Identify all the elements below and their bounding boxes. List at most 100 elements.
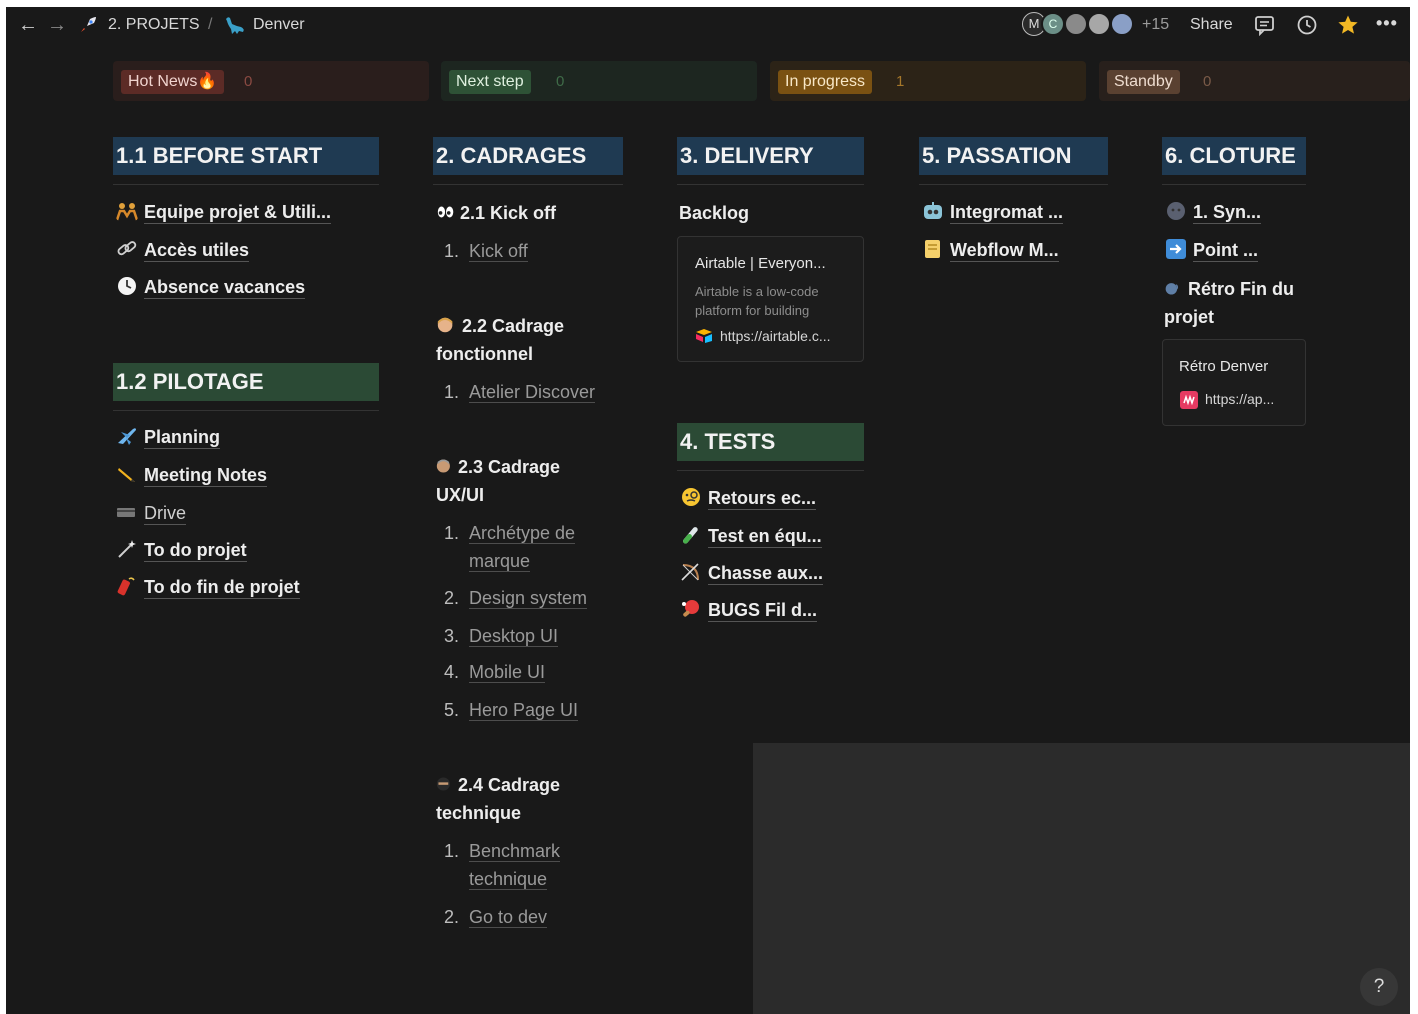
link-kick-off[interactable]: Kick off — [469, 237, 528, 265]
link-planning[interactable]: Planning — [116, 424, 220, 450]
pencil-icon — [118, 468, 135, 482]
list-number: 1. — [444, 382, 460, 402]
card-icon — [117, 508, 135, 517]
link-desktop-ui[interactable]: Desktop UI — [469, 622, 559, 650]
link-benchmark-technique[interactable]: Benchmark technique — [469, 837, 561, 893]
bookmark-card-retro[interactable]: Rétro Denver https://ap... — [1162, 339, 1306, 426]
status-tag: Hot News🔥 — [121, 70, 225, 94]
arrow-left-icon[interactable]: ← — [18, 14, 38, 37]
link-chasse-aux[interactable]: Chasse aux... — [680, 560, 824, 586]
avatar[interactable] — [1110, 12, 1134, 36]
link-label: Archétype de — [469, 523, 576, 544]
card-title: Airtable | Everyon... — [695, 255, 826, 272]
group-cadrage-uxui-heading: 2.3 Cadrage UX/UI — [436, 453, 560, 509]
link-bugs-fil[interactable]: BUGS Fil d... — [680, 597, 818, 623]
card-url: https://ap... — [1205, 391, 1275, 407]
link-equipe-projet[interactable]: Equipe projet & Utili... — [116, 199, 332, 225]
link-test-equipe[interactable]: Test en équ... — [680, 523, 822, 549]
link-to-do-fin-projet[interactable]: To do fin de projet — [116, 574, 300, 600]
members-group[interactable]: M C +15 — [1022, 7, 1172, 43]
ninja-icon — [436, 777, 450, 791]
divider — [1162, 184, 1306, 185]
link-go-to-dev[interactable]: Go to dev — [469, 903, 548, 931]
link-acces-utiles[interactable]: Accès utiles — [116, 237, 250, 263]
status-tag: Next step — [449, 70, 531, 94]
list-number: 1. — [444, 241, 460, 261]
divider — [113, 184, 379, 185]
link-mobile-ui[interactable]: Mobile UI — [469, 658, 546, 686]
avatar[interactable] — [1064, 12, 1088, 36]
link-label: Meeting Notes — [144, 465, 268, 487]
link-label: Chasse aux... — [708, 563, 824, 585]
link-webflow[interactable]: Webflow M... — [922, 237, 1059, 263]
link-point[interactable]: Point ... — [1165, 237, 1258, 263]
group-cadrage-technique-heading: 2.4 Cadrage technique — [436, 771, 560, 827]
link-to-do-projet[interactable]: To do projet — [116, 537, 247, 563]
link-retours[interactable]: Retours ec... — [680, 485, 817, 511]
list-number: 2. — [444, 588, 460, 608]
wand-icon — [118, 540, 136, 558]
section-delivery: 3. DELIVERY — [677, 137, 864, 175]
status-column-next-step[interactable]: Next step 0 — [441, 61, 757, 101]
link-syn[interactable]: 1. Syn... — [1165, 199, 1262, 225]
history-clock-icon[interactable] — [1296, 14, 1318, 36]
help-button[interactable]: ? — [1360, 968, 1398, 1006]
link-label: 1. Syn... — [1193, 202, 1262, 224]
comments-icon[interactable] — [1254, 14, 1276, 37]
retro-title: projet — [1164, 307, 1215, 327]
link-meeting-notes[interactable]: Meeting Notes — [116, 462, 268, 488]
link-archetype-marque[interactable]: Archétype de marque — [469, 519, 576, 575]
link-atelier-discover[interactable]: Atelier Discover — [469, 378, 596, 406]
rocket-icon — [78, 15, 98, 35]
firecracker-icon — [117, 577, 135, 596]
link-label: Atelier Discover — [469, 382, 596, 403]
more-dots-icon[interactable]: ••• — [1376, 13, 1398, 34]
status-column-in-progress[interactable]: In progress 1 — [770, 61, 1086, 101]
list-number: 2. — [444, 907, 460, 927]
divider — [677, 470, 864, 471]
bow-arrow-icon — [681, 563, 699, 581]
status-count: 0 — [244, 73, 253, 90]
link-label: BUGS Fil d... — [708, 600, 818, 622]
link-design-system[interactable]: Design system — [469, 584, 588, 612]
retro-heading: Rétro Fin du projet — [1164, 275, 1294, 331]
card-url: https://airtable.c... — [720, 328, 831, 344]
section-cloture: 6. CLOTURE — [1162, 137, 1306, 175]
divider — [433, 184, 623, 185]
status-column-hot-news[interactable]: Hot News🔥 0 — [113, 61, 429, 101]
group-title: UX/UI — [436, 485, 485, 505]
group-cadrage-fonctionnel-heading: 2.2 Cadrage fonctionnel — [436, 312, 564, 368]
avatar[interactable] — [1087, 12, 1111, 36]
link-label: Point ... — [1193, 240, 1258, 262]
card-desc-line: platform for building — [695, 303, 810, 318]
avatar[interactable]: C — [1041, 12, 1065, 36]
divider — [919, 184, 1108, 185]
list-number: 1. — [444, 523, 460, 543]
link-label: Integromat ... — [950, 202, 1064, 224]
link-drive[interactable]: Drive — [116, 500, 187, 526]
test-tube-icon — [683, 527, 698, 544]
favorite-star-icon[interactable] — [1337, 14, 1359, 36]
arrow-right-icon[interactable]: → — [47, 14, 67, 37]
link-hero-page-ui[interactable]: Hero Page UI — [469, 696, 579, 724]
share-button[interactable]: Share — [1190, 16, 1233, 34]
bookmark-card-airtable[interactable]: Airtable | Everyon... Airtable is a low-… — [677, 236, 864, 362]
more-members-count[interactable]: +15 — [1142, 16, 1169, 34]
link-label: Drive — [144, 503, 187, 525]
breadcrumb-projets[interactable]: 2. PROJETS — [108, 16, 200, 34]
section-tests: 4. TESTS — [677, 423, 864, 461]
link-label: Test en équ... — [708, 526, 822, 548]
link-integromat[interactable]: Integromat ... — [922, 199, 1064, 225]
link-label: Kick off — [469, 241, 528, 262]
status-column-standby[interactable]: Standby 0 — [1099, 61, 1410, 101]
robot-icon — [924, 202, 942, 219]
note-icon — [925, 240, 940, 258]
link-absence-vacances[interactable]: Absence vacances — [116, 274, 306, 300]
divider — [677, 184, 864, 185]
miro-logo-icon — [1180, 391, 1198, 409]
breadcrumb-denver[interactable]: Denver — [253, 16, 305, 34]
section-pilotage: 1.2 PILOTAGE — [113, 363, 379, 401]
status-tag: Standby — [1107, 70, 1180, 94]
card-title: Rétro Denver — [1179, 358, 1269, 375]
link-label: Planning — [144, 427, 220, 449]
